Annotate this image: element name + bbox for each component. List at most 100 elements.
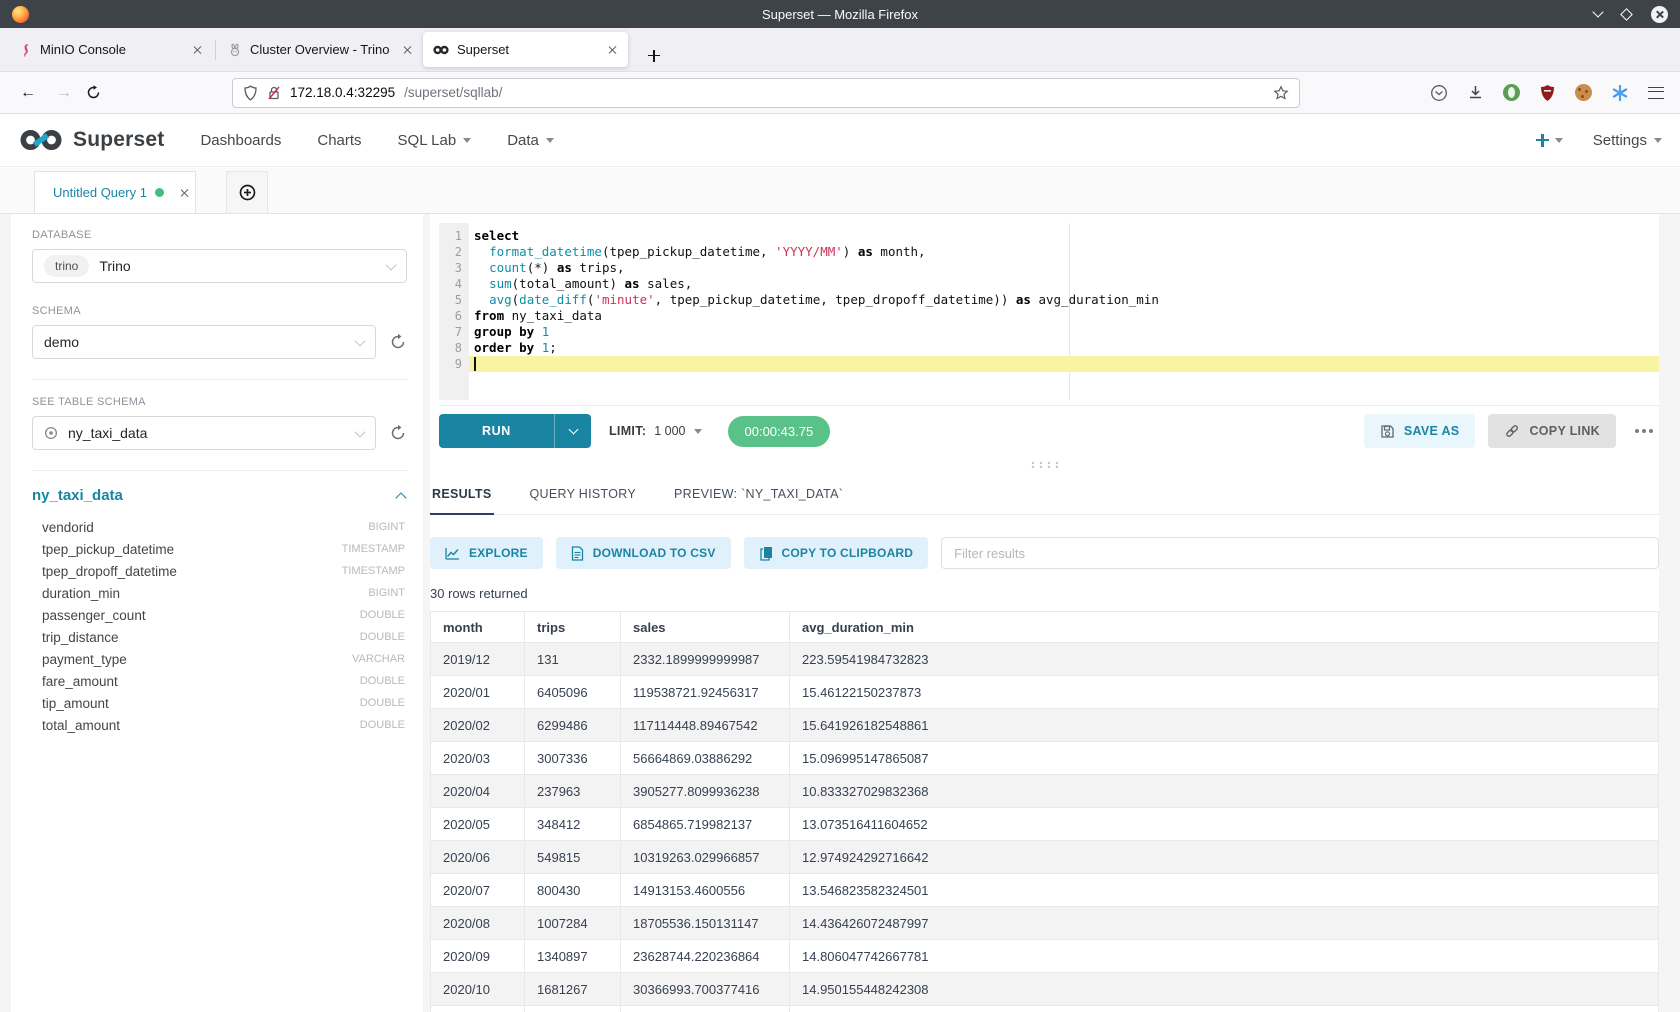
copy-clipboard-button[interactable]: COPY TO CLIPBOARD: [744, 537, 929, 569]
column-header[interactable]: trips: [525, 612, 621, 643]
refresh-tables-icon[interactable]: [389, 424, 407, 442]
nav-item-data[interactable]: Data: [507, 132, 554, 149]
new-query-tab-button[interactable]: [226, 171, 268, 213]
line-number: 7: [439, 324, 469, 340]
copy-link-button[interactable]: COPY LINK: [1488, 414, 1616, 448]
lock-insecure-icon[interactable]: [267, 85, 281, 101]
collapse-chevron-icon[interactable]: [395, 492, 406, 503]
tab-close-icon[interactable]: [403, 45, 413, 55]
tab-close-icon[interactable]: [608, 45, 618, 55]
bookmark-star-icon[interactable]: [1273, 85, 1289, 101]
ublock-shield-icon[interactable]: [1539, 84, 1556, 102]
privacy-extension-icon[interactable]: [1503, 84, 1520, 101]
table-eye-icon: [44, 426, 58, 440]
column-type: VARCHAR: [352, 653, 405, 665]
column-header[interactable]: avg_duration_min: [790, 612, 1659, 643]
column-header[interactable]: sales: [621, 612, 790, 643]
browser-tab-superset[interactable]: Superset: [423, 32, 628, 67]
new-tab-button[interactable]: [642, 44, 654, 56]
menu-icon[interactable]: [1648, 87, 1664, 99]
code-line: order by 1;: [469, 340, 1659, 356]
sparkle-extension-icon[interactable]: [1611, 84, 1629, 102]
column-type: TIMESTAMP: [342, 565, 405, 577]
column-header[interactable]: month: [431, 612, 525, 643]
filter-results-input[interactable]: [941, 537, 1659, 569]
limit-control[interactable]: LIMIT: 1 000: [609, 424, 702, 438]
result-cell: 14.485173783811547: [790, 1006, 1659, 1012]
pane-resize-handle[interactable]: [430, 456, 1659, 472]
code-line: format_datetime(tpep_pickup_datetime, 'Y…: [469, 244, 1659, 260]
back-button[interactable]: ←: [14, 84, 42, 102]
window-minimize-icon[interactable]: [1592, 6, 1603, 17]
query-tab-untitled[interactable]: Untitled Query 1: [34, 171, 196, 213]
window-close-icon[interactable]: [1651, 6, 1668, 23]
result-cell: 800430: [525, 874, 621, 907]
forward-button[interactable]: →: [50, 84, 78, 102]
run-options-button[interactable]: [555, 414, 591, 448]
reload-icon: [86, 85, 101, 100]
pocket-icon[interactable]: [1430, 84, 1448, 102]
query-timer-badge: 00:00:43.75: [728, 416, 831, 447]
editor-gutter: 123456789: [439, 223, 469, 400]
line-number: 2: [439, 244, 469, 260]
editor-code[interactable]: select format_datetime(tpep_pickup_datet…: [469, 223, 1659, 400]
window-title: Superset — Mozilla Firefox: [0, 7, 1680, 22]
result-cell: 348412: [525, 808, 621, 841]
result-cell: 14.806047742667781: [790, 940, 1659, 973]
sql-editor[interactable]: 123456789 select format_datetime(tpep_pi…: [439, 223, 1659, 400]
schema-select[interactable]: demo: [32, 325, 376, 359]
query-status-dot: [155, 188, 164, 197]
column-name: vendorid: [42, 520, 94, 535]
save-as-button[interactable]: SAVE AS: [1364, 414, 1476, 448]
column-name: tpep_dropoff_datetime: [42, 564, 177, 579]
result-cell: 2020/05: [431, 808, 525, 841]
schema-column-row: duration_minBIGINT: [32, 582, 407, 604]
result-cell: 15.641926182548861: [790, 709, 1659, 742]
results-tabbar: RESULTS QUERY HISTORY PREVIEW: `NY_TAXI_…: [430, 477, 1659, 515]
tab-query-history[interactable]: QUERY HISTORY: [528, 477, 638, 514]
download-csv-button[interactable]: DOWNLOAD TO CSV: [556, 537, 731, 569]
more-options-button[interactable]: [1635, 429, 1653, 433]
explore-button[interactable]: EXPLORE: [430, 537, 543, 569]
superset-logo[interactable]: Superset: [18, 128, 164, 152]
result-cell: 2019/12: [431, 643, 525, 676]
result-cell: 6405096: [525, 676, 621, 709]
nav-item-charts[interactable]: Charts: [317, 132, 361, 149]
refresh-schemas-icon[interactable]: [389, 333, 407, 351]
browser-tab-trino[interactable]: Cluster Overview - Trino: [218, 32, 423, 67]
cookie-extension-icon[interactable]: [1575, 84, 1592, 101]
query-tab-close-icon[interactable]: [180, 188, 190, 198]
file-icon: [571, 546, 584, 561]
schema-column-row: vendoridBIGINT: [32, 516, 407, 538]
result-row: 2020/016405096119538721.9245631715.46122…: [431, 676, 1659, 709]
result-cell: 23628744.220236864: [621, 940, 790, 973]
result-cell: 56664869.03886292: [621, 742, 790, 775]
settings-menu[interactable]: Settings: [1593, 132, 1662, 149]
run-button[interactable]: RUN: [439, 414, 591, 448]
tab-preview-table[interactable]: PREVIEW: `NY_TAXI_DATA`: [672, 477, 845, 514]
line-number: 6: [439, 308, 469, 324]
browser-tab-minio[interactable]: MinIO Console: [8, 32, 213, 67]
row-count-text: 30 rows returned: [430, 586, 1659, 601]
table-select[interactable]: ny_taxi_data: [32, 416, 376, 450]
window-maximize-icon[interactable]: [1620, 8, 1633, 21]
tab-results[interactable]: RESULTS: [430, 477, 494, 515]
link-icon: [1504, 423, 1520, 439]
schema-column-row: tpep_dropoff_datetime TIMESTAMP: [32, 560, 407, 582]
add-new-button[interactable]: [1536, 134, 1563, 147]
schema-column-row: total_amountDOUBLE: [32, 714, 407, 736]
result-cell: 2020/10: [431, 973, 525, 1006]
nav-item-dashboards[interactable]: Dashboards: [200, 132, 281, 149]
nav-item-sql-lab[interactable]: SQL Lab: [398, 132, 472, 149]
database-pill: trino: [44, 255, 89, 277]
url-bar[interactable]: 172.18.0.4:32295/superset/sqllab/: [232, 78, 1300, 108]
downloads-icon[interactable]: [1467, 84, 1484, 101]
database-select[interactable]: trino Trino: [32, 249, 407, 283]
column-type: DOUBLE: [360, 631, 405, 643]
reload-button[interactable]: [86, 85, 114, 100]
schema-value: demo: [44, 334, 79, 350]
result-row: 2020/10168126730366993.70037741614.95015…: [431, 973, 1659, 1006]
shield-permissions-icon[interactable]: [243, 85, 258, 101]
table-schema-header[interactable]: ny_taxi_data: [32, 487, 405, 504]
tab-close-icon[interactable]: [193, 45, 203, 55]
